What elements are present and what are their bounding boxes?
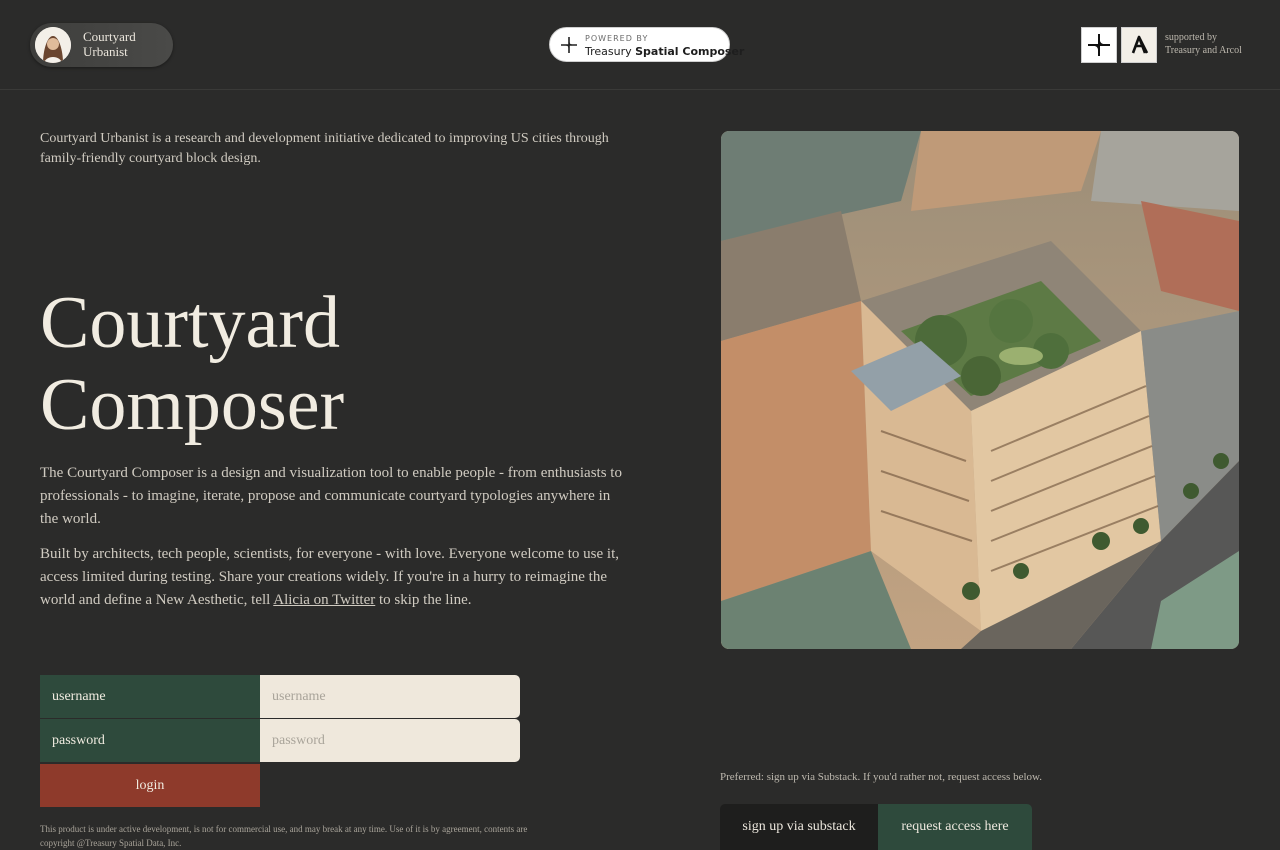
treasury-logo-icon bbox=[1088, 34, 1110, 56]
brand-line-1: Courtyard bbox=[83, 29, 136, 44]
powered-by-name-b: Spatial Composer bbox=[635, 45, 745, 58]
brand-name: Courtyard Urbanist bbox=[83, 29, 136, 59]
twitter-link[interactable]: Alicia on Twitter bbox=[273, 592, 375, 608]
hero-image bbox=[721, 131, 1239, 649]
arcol-logo[interactable] bbox=[1121, 27, 1157, 63]
arcol-logo-icon bbox=[1131, 35, 1149, 54]
page-title: Courtyard Composer bbox=[40, 282, 600, 446]
brand-line-2: Urbanist bbox=[83, 44, 128, 59]
site-header: Courtyard Urbanist POWERED BY Treasury S… bbox=[0, 0, 1280, 90]
description-paragraph-2: Built by architects, tech people, scient… bbox=[40, 543, 630, 612]
title-line-2: Composer bbox=[40, 364, 345, 446]
powered-by-label: POWERED BY bbox=[585, 34, 649, 43]
title-line-1: Courtyard bbox=[40, 282, 341, 364]
legal-notice: This product is under active development… bbox=[40, 824, 528, 848]
request-access-button[interactable]: request access here bbox=[878, 804, 1032, 850]
supported-line-2: Treasury and Arcol bbox=[1165, 45, 1242, 56]
username-input[interactable] bbox=[260, 675, 520, 718]
intro-text: Courtyard Urbanist is a research and dev… bbox=[40, 131, 609, 166]
courtyard-aerial-illustration bbox=[721, 131, 1239, 649]
avatar bbox=[35, 27, 71, 63]
description-paragraph-1: The Courtyard Composer is a design and v… bbox=[40, 465, 622, 527]
powered-by-name: Treasury Spatial Composer bbox=[585, 45, 744, 58]
powered-by-badge[interactable]: POWERED BY Treasury Spatial Composer bbox=[549, 27, 744, 62]
substack-signup-button[interactable]: sign up via substack bbox=[720, 804, 878, 850]
supported-by-text: supported by Treasury and Arcol bbox=[1165, 31, 1242, 57]
supported-line-1: supported by bbox=[1165, 32, 1217, 43]
password-label: password bbox=[40, 719, 260, 762]
powered-by-name-a: Treasury bbox=[585, 45, 636, 58]
brand-badge[interactable]: Courtyard Urbanist bbox=[30, 23, 173, 67]
description-2-tail: to skip the line. bbox=[375, 592, 472, 608]
treasury-logo[interactable] bbox=[1081, 27, 1117, 63]
spatial-composer-logo-icon bbox=[561, 37, 577, 53]
username-label: username bbox=[40, 675, 260, 718]
signup-preference-text: Preferred: sign up via Substack. If you'… bbox=[720, 771, 1043, 783]
login-button[interactable]: login bbox=[40, 764, 260, 807]
password-input[interactable] bbox=[260, 719, 520, 762]
